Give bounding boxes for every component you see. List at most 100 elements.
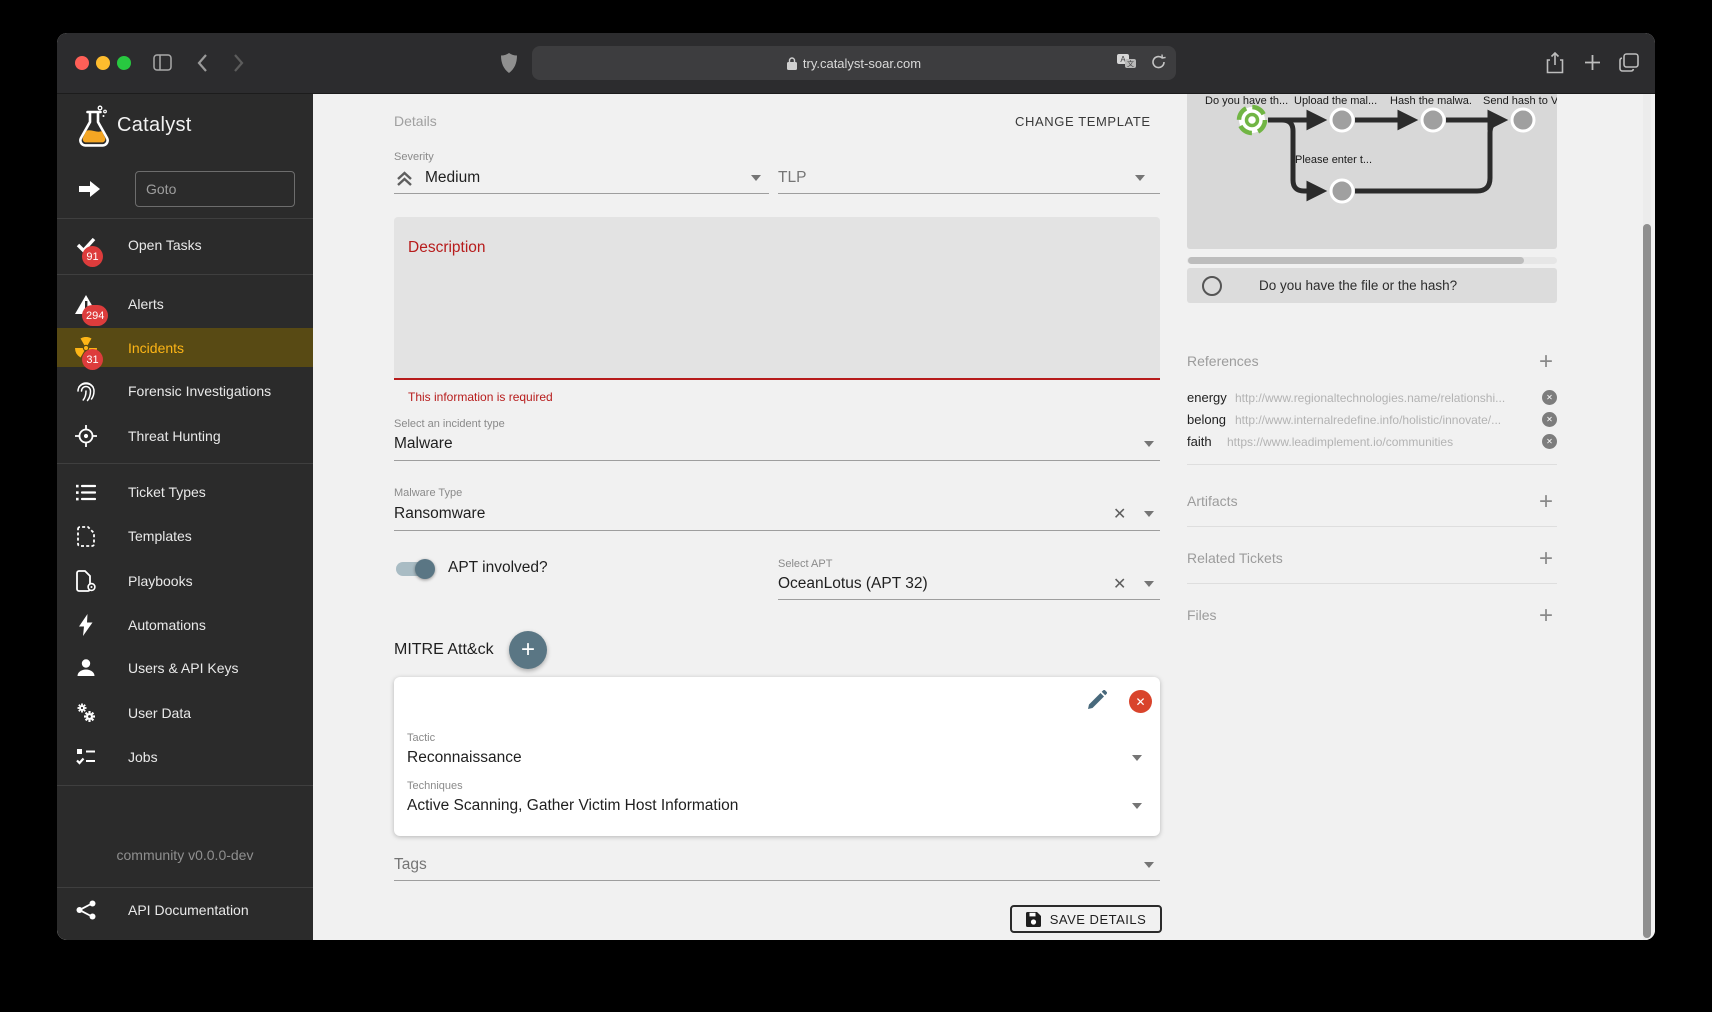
- new-tab-icon[interactable]: [1584, 54, 1601, 76]
- chevron-down-icon[interactable]: [1144, 862, 1154, 868]
- malware-type-select[interactable]: Ransomware: [394, 505, 485, 523]
- back-button[interactable]: [197, 54, 208, 77]
- privacy-shield-icon[interactable]: [501, 53, 517, 78]
- related-tickets-section-title: Related Tickets: [1187, 550, 1283, 566]
- add-reference-button[interactable]: +: [1539, 350, 1553, 374]
- sidebar-toggle-icon[interactable]: [153, 54, 172, 76]
- minimize-window-button[interactable]: [96, 56, 110, 70]
- files-section-title: Files: [1187, 607, 1217, 623]
- apt-select[interactable]: OceanLotus (APT 32): [778, 575, 928, 593]
- chevron-down-icon[interactable]: [1144, 581, 1154, 587]
- incident-type-select[interactable]: Malware: [394, 435, 453, 453]
- task-label: Do you have the file or the hash?: [1259, 278, 1457, 293]
- chevron-down-icon[interactable]: [1135, 175, 1145, 181]
- url-bar[interactable]: try.catalyst-soar.com A文: [532, 46, 1176, 80]
- node-label: Hash the malwa.: [1390, 95, 1472, 107]
- severity-label: Severity: [394, 151, 434, 163]
- apt-involved-toggle[interactable]: [396, 562, 432, 576]
- references-section-title: References: [1187, 353, 1259, 369]
- tags-select[interactable]: Tags: [394, 856, 427, 874]
- playbook-node[interactable]: [1512, 109, 1534, 131]
- sidebar-item-jobs[interactable]: Jobs: [57, 737, 313, 777]
- divider: [394, 530, 1160, 531]
- toggle-knob: [415, 559, 435, 579]
- screenshot-root: try.catalyst-soar.com A文: [0, 0, 1712, 1012]
- page-vertical-scrollbar[interactable]: [1643, 94, 1651, 940]
- divider: [57, 887, 313, 888]
- forward-button[interactable]: [233, 54, 244, 77]
- description-error: This information is required: [408, 390, 553, 404]
- share-icon[interactable]: [1546, 52, 1564, 79]
- divider: [778, 193, 1160, 194]
- translate-icon[interactable]: A文: [1117, 54, 1137, 73]
- zoom-window-button[interactable]: [117, 56, 131, 70]
- chevron-down-icon[interactable]: [1144, 511, 1154, 517]
- version-label: community v0.0.0-dev: [57, 847, 313, 863]
- task-radio-button[interactable]: [1202, 276, 1222, 296]
- add-artifact-button[interactable]: +: [1539, 490, 1553, 514]
- sidebar-item-templates[interactable]: Templates: [57, 516, 313, 556]
- chevron-down-icon[interactable]: [1132, 755, 1142, 761]
- clear-icon[interactable]: ✕: [1113, 504, 1126, 524]
- sidebar-item-user-data[interactable]: User Data: [57, 693, 313, 733]
- sidebar-item-alerts[interactable]: Alerts 294: [57, 284, 313, 324]
- tab-overview-icon[interactable]: [1619, 53, 1639, 77]
- severity-select[interactable]: Medium: [425, 169, 480, 187]
- techniques-label: Techniques: [407, 780, 463, 792]
- tactic-select[interactable]: Reconnaissance: [407, 749, 522, 767]
- delete-mitre-icon[interactable]: ✕: [1129, 690, 1152, 713]
- description-textarea[interactable]: Description: [394, 217, 1160, 380]
- playbook-node[interactable]: [1422, 109, 1444, 131]
- graph-horizontal-scrollbar[interactable]: [1187, 257, 1557, 264]
- chevron-down-icon[interactable]: [751, 175, 761, 181]
- playbook-task-row[interactable]: Do you have the file or the hash?: [1187, 268, 1557, 303]
- sidebar-item-threat-hunting[interactable]: Threat Hunting: [57, 416, 313, 456]
- checklist-icon: [74, 745, 98, 769]
- chevron-down-icon[interactable]: [1144, 441, 1154, 447]
- sidebar-item-incidents[interactable]: Incidents 31: [57, 328, 313, 367]
- sidebar-item-open-tasks[interactable]: Open Tasks 91: [57, 225, 313, 265]
- playbook-node[interactable]: [1331, 180, 1353, 202]
- sidebar-item-automations[interactable]: Automations: [57, 605, 313, 645]
- scrollbar-thumb[interactable]: [1188, 257, 1524, 264]
- template-icon: [74, 524, 98, 548]
- change-template-button[interactable]: CHANGE TEMPLATE: [1015, 114, 1151, 129]
- open-tasks-badge: 91: [82, 246, 103, 267]
- sidebar-item-api-documentation[interactable]: API Documentation: [57, 890, 313, 930]
- edit-pencil-icon[interactable]: [1087, 690, 1107, 715]
- sidebar-item-forensic-investigations[interactable]: Forensic Investigations: [57, 371, 313, 411]
- save-icon: [1026, 912, 1041, 927]
- remove-reference-icon[interactable]: ✕: [1542, 434, 1557, 449]
- divider: [394, 460, 1160, 461]
- select-apt-label: Select APT: [778, 558, 832, 570]
- techniques-select[interactable]: Active Scanning, Gather Victim Host Info…: [407, 797, 738, 815]
- chevron-down-icon[interactable]: [1132, 803, 1142, 809]
- divider: [57, 274, 313, 275]
- tlp-select[interactable]: TLP: [778, 169, 806, 187]
- remove-reference-icon[interactable]: ✕: [1542, 390, 1557, 405]
- sidebar-item-ticket-types[interactable]: Ticket Types: [57, 472, 313, 512]
- alerts-badge: 294: [82, 305, 108, 326]
- goto-input[interactable]: [135, 171, 295, 207]
- sidebar-item-users-api-keys[interactable]: Users & API Keys: [57, 648, 313, 688]
- add-mitre-button[interactable]: +: [509, 631, 547, 669]
- sidebar-item-playbooks[interactable]: Playbooks: [57, 561, 313, 601]
- reload-icon[interactable]: [1151, 54, 1166, 73]
- playbook-node[interactable]: [1331, 109, 1353, 131]
- clear-icon[interactable]: ✕: [1113, 574, 1126, 594]
- divider: [394, 880, 1160, 881]
- scrollbar-thumb[interactable]: [1643, 224, 1651, 938]
- mitre-section-title: MITRE Att&ck: [394, 641, 494, 659]
- save-details-button[interactable]: SAVE DETAILS: [1010, 905, 1162, 933]
- divider: [57, 218, 313, 219]
- artifacts-section-title: Artifacts: [1187, 493, 1238, 509]
- details-section-title: Details: [394, 113, 437, 129]
- add-file-button[interactable]: +: [1539, 604, 1553, 628]
- divider: [778, 599, 1160, 600]
- remove-reference-icon[interactable]: ✕: [1542, 412, 1557, 427]
- add-related-ticket-button[interactable]: +: [1539, 547, 1553, 571]
- lock-icon: [787, 57, 797, 70]
- playbook-graph[interactable]: Do you have th... Upload the mal... Hash…: [1187, 94, 1557, 249]
- browser-window: try.catalyst-soar.com A文: [57, 33, 1655, 940]
- close-window-button[interactable]: [75, 56, 89, 70]
